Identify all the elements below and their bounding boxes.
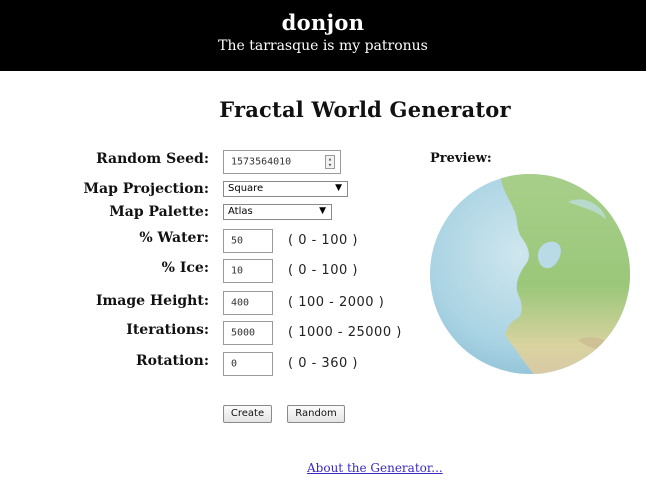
palette-select[interactable]: Atlas ▼ [223, 204, 332, 220]
ice-label: % Ice: [161, 260, 209, 276]
iterations-range: ( 1000 - 25000 ) [288, 325, 402, 340]
height-value: 400 [231, 297, 250, 309]
iterations-value: 5000 [231, 327, 256, 339]
rotation-label: Rotation: [136, 353, 209, 369]
height-label: Image Height: [95, 293, 209, 309]
ice-value: 10 [231, 265, 244, 277]
iterations-input[interactable]: 5000 [223, 321, 273, 345]
height-input[interactable]: 400 [223, 291, 273, 315]
rotation-range: ( 0 - 360 ) [288, 356, 358, 371]
rotation-input[interactable]: 0 [223, 352, 273, 376]
site-tagline: The tarrasque is my patronus [218, 38, 428, 54]
water-range: ( 0 - 100 ) [288, 233, 358, 248]
ice-range: ( 0 - 100 ) [288, 263, 358, 278]
page-title: Fractal World Generator [219, 97, 511, 122]
projection-label: Map Projection: [83, 181, 209, 197]
height-range: ( 100 - 2000 ) [288, 295, 385, 310]
ice-input[interactable]: 10 [223, 259, 273, 283]
palette-label: Map Palette: [109, 204, 209, 220]
create-button[interactable]: Create [223, 405, 272, 423]
site-header: donjon The tarrasque is my patronus [0, 0, 646, 71]
random-button[interactable]: Random [287, 405, 345, 423]
spinner-icon[interactable]: ▴ ▾ [325, 155, 335, 169]
water-label: % Water: [139, 230, 209, 246]
site-title[interactable]: donjon [0, 10, 646, 35]
iterations-label: Iterations: [126, 322, 209, 338]
preview-label: Preview: [430, 151, 492, 166]
palette-value: Atlas [228, 206, 253, 217]
water-value: 50 [231, 235, 244, 247]
continent-shape [500, 174, 630, 374]
water-input[interactable]: 50 [223, 229, 273, 253]
seed-label: Random Seed: [96, 151, 209, 167]
chevron-down-icon: ▼ [319, 206, 326, 216]
seed-input[interactable]: 1573564010 ▴ ▾ [223, 150, 341, 174]
rotation-value: 0 [231, 358, 238, 370]
preview-globe [430, 174, 630, 374]
projection-select[interactable]: Square ▼ [223, 181, 348, 197]
about-link[interactable]: About the Generator... [307, 461, 443, 475]
seed-value: 1573564010 [231, 156, 292, 168]
chevron-down-icon: ▼ [335, 183, 342, 193]
projection-value: Square [228, 183, 264, 194]
